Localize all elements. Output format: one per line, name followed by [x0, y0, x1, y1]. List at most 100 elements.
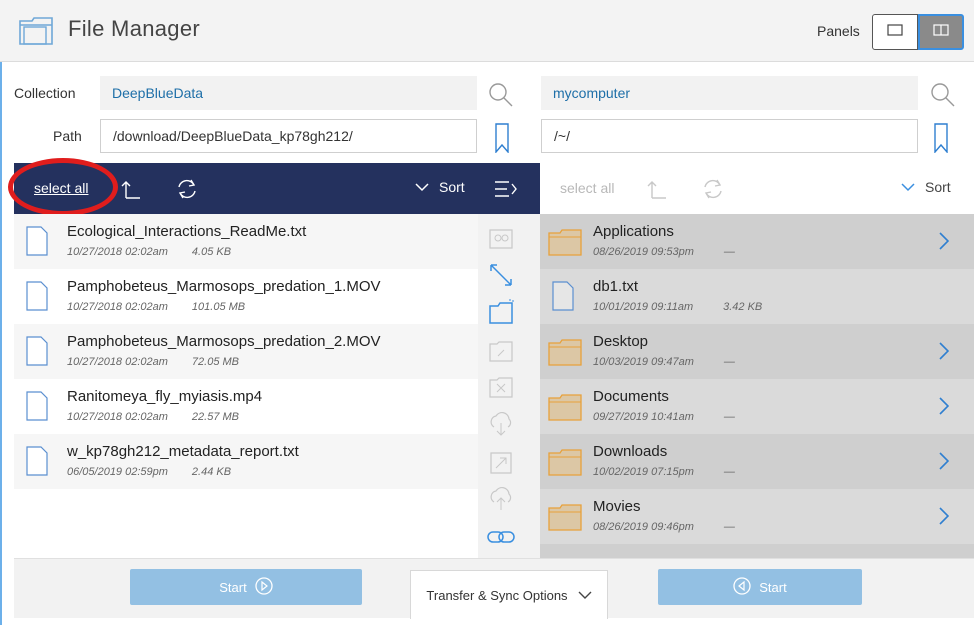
chevron-down-icon	[415, 179, 429, 195]
file-icon	[26, 446, 48, 481]
file-meta: 10/27/2018 02:02am 4.05 KB	[67, 246, 231, 258]
folder-date: 09/27/2019 10:41am	[593, 411, 694, 423]
rename-icon[interactable]	[486, 336, 516, 366]
folder-meta: 09/27/2019 10:41am —	[593, 411, 735, 423]
folder-name: Movies	[593, 498, 641, 515]
chevron-right-icon[interactable]	[939, 507, 950, 530]
refresh-icon[interactable]	[700, 176, 726, 202]
file-date: 06/05/2019 02:59pm	[67, 466, 168, 478]
refresh-icon[interactable]	[174, 176, 200, 202]
left-search-icon[interactable]	[486, 80, 516, 110]
folder-date: 10/02/2019 07:15pm	[593, 466, 694, 478]
left-bookmark-icon[interactable]	[492, 122, 512, 154]
start-transfer-right-button[interactable]: Start	[658, 569, 862, 605]
list-options-icon[interactable]	[493, 177, 519, 201]
file-name: Pamphobeteus_Marmosops_predation_1.MOV	[67, 278, 381, 295]
folder-date: 10/03/2019 09:47am	[593, 356, 694, 368]
path-label: Path	[53, 128, 82, 144]
file-date: 10/01/2019 09:11am	[593, 301, 694, 313]
left-collection-field[interactable]: DeepBlueData	[100, 76, 477, 110]
folder-size: —	[723, 466, 735, 478]
file-row[interactable]: Ecological_Interactions_ReadMe.txt 10/27…	[14, 214, 478, 269]
file-icon	[26, 336, 48, 371]
panels-label: Panels	[817, 23, 860, 39]
file-row[interactable]: Pamphobeteus_Marmosops_predation_1.MOV 1…	[14, 269, 478, 324]
file-row[interactable]: db1.txt 10/01/2019 09:11am 3.42 KB	[540, 269, 974, 324]
folder-row[interactable]: Downloads 10/02/2019 07:15pm —	[540, 434, 974, 489]
transfer-options-label: Transfer & Sync Options	[426, 587, 568, 603]
folder-size: —	[723, 521, 735, 533]
up-folder-icon[interactable]	[645, 177, 669, 201]
file-icon	[26, 281, 48, 316]
right-bookmark-icon[interactable]	[931, 122, 951, 154]
left-path-input[interactable]: /download/DeepBlueData_kp78gh212/	[100, 119, 477, 153]
folder-name: Applications	[593, 223, 674, 240]
chevron-right-icon[interactable]	[939, 342, 950, 365]
new-folder-icon[interactable]	[486, 297, 516, 327]
file-date: 10/27/2018 02:02am	[67, 411, 168, 423]
transfer-sync-options-dropdown[interactable]: Transfer & Sync Options	[410, 570, 608, 619]
share-icon[interactable]	[486, 224, 516, 254]
page-title: File Manager	[68, 16, 200, 41]
left-sort-label: Sort	[439, 179, 465, 195]
file-manager-icon	[18, 13, 54, 52]
folder-row[interactable]: Movies 08/26/2019 09:46pm —	[540, 489, 974, 544]
file-row[interactable]: w_kp78gh212_metadata_report.txt 06/05/20…	[14, 434, 478, 489]
left-sort-button[interactable]: Sort	[415, 179, 465, 195]
file-size: 72.05 MB	[191, 356, 240, 368]
collection-label: Collection	[14, 85, 76, 101]
open-external-icon[interactable]	[486, 448, 516, 478]
start-right-label: Start	[759, 579, 787, 595]
chevron-right-icon[interactable]	[939, 397, 950, 420]
select-all-highlight-annotation	[8, 158, 118, 216]
right-collection-field[interactable]: mycomputer	[541, 76, 918, 110]
file-name: db1.txt	[593, 278, 639, 295]
folder-size: —	[723, 356, 735, 368]
up-folder-icon[interactable]	[119, 177, 143, 201]
single-panel-button[interactable]	[872, 14, 918, 50]
chevron-down-icon	[578, 588, 592, 603]
folder-meta: 08/26/2019 09:53pm —	[593, 246, 735, 258]
link-icon[interactable]	[486, 522, 516, 552]
right-sort-button[interactable]: Sort	[901, 179, 951, 195]
file-icon	[552, 281, 574, 316]
chevron-right-icon[interactable]	[939, 452, 950, 475]
file-meta: 10/27/2018 02:02am 72.05 MB	[67, 356, 239, 368]
folder-date: 08/26/2019 09:46pm	[593, 521, 694, 533]
folder-size: —	[723, 246, 735, 258]
file-row[interactable]: Pamphobeteus_Marmosops_predation_2.MOV 1…	[14, 324, 478, 379]
file-meta: 10/27/2018 02:02am 22.57 MB	[67, 411, 239, 423]
file-name: Ecological_Interactions_ReadMe.txt	[67, 223, 307, 240]
folder-meta: 10/02/2019 07:15pm —	[593, 466, 735, 478]
single-panel-icon	[887, 23, 903, 41]
cloud-upload-icon[interactable]	[486, 484, 516, 514]
delete-icon[interactable]	[486, 372, 516, 402]
resize-arrow-icon[interactable]	[486, 260, 516, 290]
file-name: Pamphobeteus_Marmosops_predation_2.MOV	[67, 333, 381, 350]
file-size: 2.44 KB	[191, 466, 232, 478]
right-select-all-link[interactable]: select all	[560, 180, 614, 196]
right-path-input[interactable]: /~/	[541, 119, 918, 153]
folder-icon	[548, 448, 582, 481]
double-panel-icon	[933, 23, 949, 41]
folder-row[interactable]: Documents 09/27/2019 10:41am —	[540, 379, 974, 434]
folder-date: 08/26/2019 09:53pm	[593, 246, 694, 258]
folder-meta: 10/03/2019 09:47am —	[593, 356, 735, 368]
file-icon	[26, 226, 48, 261]
chevron-right-icon[interactable]	[939, 232, 950, 255]
folder-row[interactable]: Applications 08/26/2019 09:53pm —	[540, 214, 974, 269]
file-row[interactable]: Ranitomeya_fly_myiasis.mp4 10/27/2018 02…	[14, 379, 478, 434]
folder-icon	[548, 338, 582, 371]
file-size: 3.42 KB	[723, 301, 763, 313]
folder-row[interactable]: Desktop 10/03/2019 09:47am —	[540, 324, 974, 379]
right-search-icon[interactable]	[928, 80, 958, 110]
file-icon	[26, 391, 48, 426]
folder-icon	[548, 228, 582, 261]
file-meta: 10/01/2019 09:11am 3.42 KB	[593, 301, 762, 313]
folder-icon	[548, 393, 582, 426]
start-transfer-left-button[interactable]: Start	[130, 569, 362, 605]
cloud-download-icon[interactable]	[486, 409, 516, 439]
chevron-down-icon	[901, 179, 915, 195]
double-panel-button[interactable]	[918, 14, 964, 50]
file-meta: 10/27/2018 02:02am 101.05 MB	[67, 301, 245, 313]
